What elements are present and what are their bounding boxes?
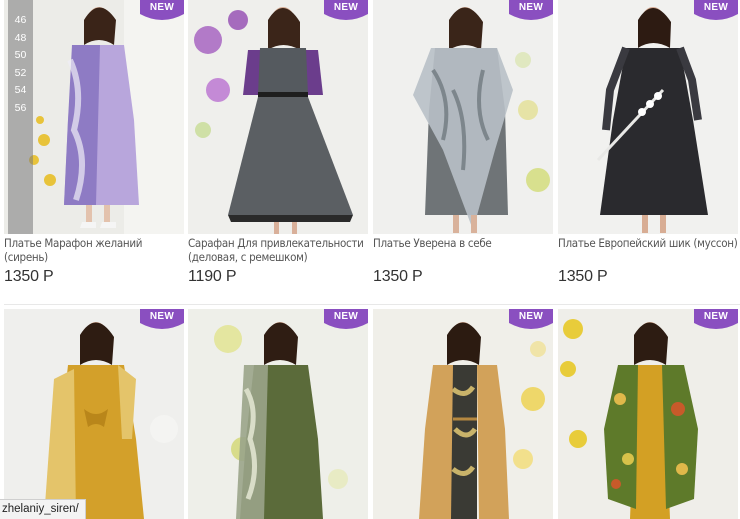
row-divider: [4, 304, 740, 305]
new-badge: NEW: [694, 309, 738, 331]
product-title[interactable]: Сарафан Для привлекательности (деловая, …: [188, 236, 370, 264]
size-option[interactable]: 48: [8, 30, 33, 48]
new-badge: NEW: [509, 309, 553, 331]
new-badge-label: NEW: [518, 2, 544, 13]
product-price: 1190 Р: [188, 268, 237, 285]
size-option[interactable]: 46: [8, 12, 33, 30]
new-badge-label: NEW: [149, 311, 175, 322]
size-option[interactable]: 54: [8, 82, 33, 100]
new-badge-label: NEW: [518, 311, 544, 322]
new-badge: NEW: [694, 0, 738, 22]
size-option[interactable]: 56: [8, 100, 33, 118]
product-image[interactable]: NEW: [373, 309, 553, 519]
new-badge: NEW: [324, 309, 368, 331]
product-price: 1350 Р: [4, 268, 54, 285]
new-badge-label: NEW: [703, 2, 729, 13]
size-list: 46 48 50 52 54 56: [8, 0, 33, 234]
product-image[interactable]: 46 48 50 52 54 56 NEW: [4, 0, 184, 234]
status-bar-url: zhelaniy_siren/: [0, 499, 86, 519]
product-image[interactable]: NEW: [558, 309, 738, 519]
size-option[interactable]: 50: [8, 47, 33, 65]
product-title[interactable]: Платье Европейский шик (муссон): [558, 236, 740, 250]
product-image[interactable]: NEW: [4, 309, 184, 519]
product-grid: 46 48 50 52 54 56 NEW Платье Марафон жел…: [0, 0, 740, 519]
product-image[interactable]: NEW: [188, 309, 368, 519]
product-price: 1350 Р: [373, 268, 423, 285]
product-image[interactable]: NEW: [188, 0, 368, 234]
new-badge-label: NEW: [703, 311, 729, 322]
new-badge: NEW: [140, 0, 184, 22]
new-badge-label: NEW: [333, 311, 359, 322]
product-title[interactable]: Платье Уверена в себе: [373, 236, 555, 250]
product-image[interactable]: NEW: [558, 0, 738, 234]
new-badge-label: NEW: [149, 2, 175, 13]
product-image[interactable]: NEW: [373, 0, 553, 234]
new-badge: NEW: [509, 0, 553, 22]
new-badge-label: NEW: [333, 2, 359, 13]
product-price: 1350 Р: [558, 268, 608, 285]
new-badge: NEW: [324, 0, 368, 22]
product-title[interactable]: Платье Марафон желаний (сирень): [4, 236, 186, 264]
size-option[interactable]: 52: [8, 65, 33, 83]
new-badge: NEW: [140, 309, 184, 331]
